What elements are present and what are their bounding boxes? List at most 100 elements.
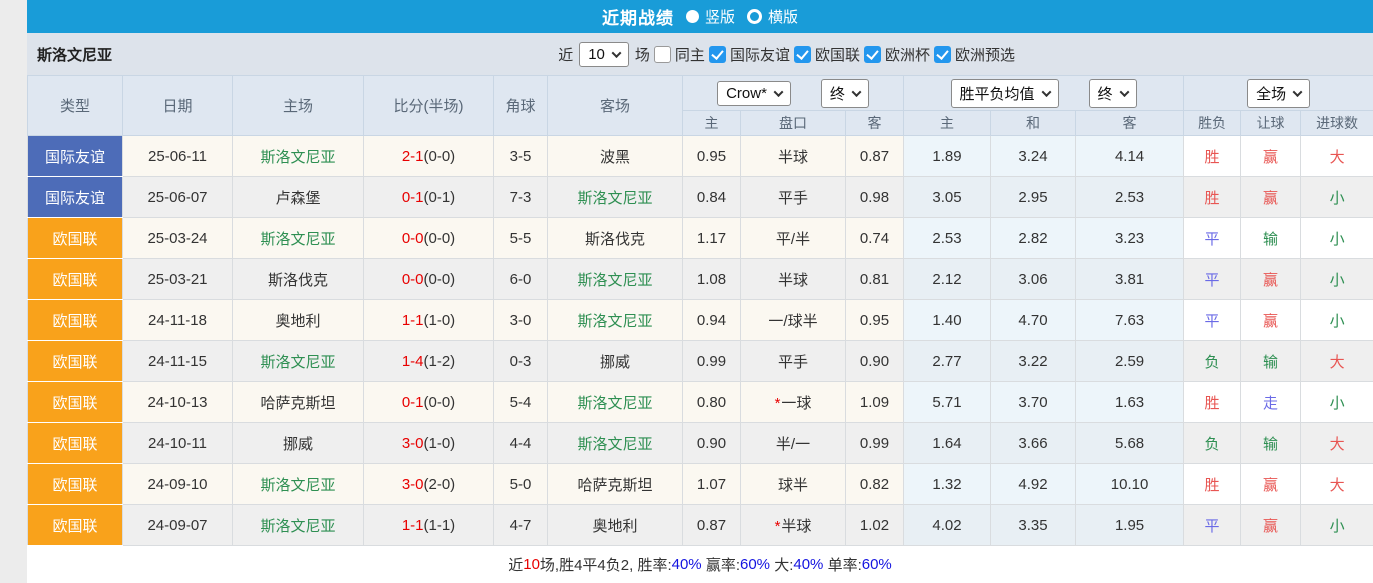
avg-draw-odds: 3.66 <box>991 423 1076 464</box>
odds-home: 0.87 <box>683 505 741 546</box>
match-type-badge: 欧国联 <box>28 218 123 259</box>
odds-home: 0.99 <box>683 341 741 382</box>
chevron-down-icon <box>611 48 621 58</box>
avg-home-odds: 4.02 <box>904 505 991 546</box>
summary-text-segment: 近 <box>508 554 523 575</box>
bookmaker-select-value: Crow* <box>726 85 767 102</box>
radio-unchecked-icon[interactable] <box>747 9 762 24</box>
match-type-badge: 国际友谊 <box>28 136 123 177</box>
avg-draw-odds: 4.70 <box>991 300 1076 341</box>
odds-home: 0.84 <box>683 177 741 218</box>
table-row: 欧国联24-11-15斯洛文尼亚1-4(1-2)0-3挪威0.99平手0.902… <box>28 341 1373 382</box>
same-home-checkbox[interactable] <box>654 46 671 63</box>
radio-label-vertical: 竖版 <box>705 6 735 27</box>
subheader-result-wdl: 胜负 <box>1184 111 1241 136</box>
result-wdl: 负 <box>1184 423 1241 464</box>
avg-draw-odds: 3.06 <box>991 259 1076 300</box>
result-handicap: 输 <box>1241 218 1301 259</box>
bookmaker-select[interactable]: Crow* <box>717 81 791 106</box>
avg-away-odds: 10.10 <box>1076 464 1184 505</box>
avg-home-odds: 3.05 <box>904 177 991 218</box>
odds-home: 0.90 <box>683 423 741 464</box>
recent-count-select[interactable]: 10 <box>579 42 629 67</box>
filter-bar: 斯洛文尼亚 近 10 场 同主 国际友谊 欧国联 欧洲杯 欧洲预选 <box>27 33 1373 75</box>
avg-away-odds: 1.95 <box>1076 505 1184 546</box>
away-team: 挪威 <box>548 341 683 382</box>
recent-label: 近 <box>558 44 573 65</box>
summary-text-segment: 赢率: <box>702 554 740 575</box>
chevron-down-icon <box>1119 87 1129 97</box>
result-wdl: 胜 <box>1184 136 1241 177</box>
home-team: 斯洛伐克 <box>233 259 364 300</box>
avg-home-odds: 1.32 <box>904 464 991 505</box>
match-score: 0-0(0-0) <box>364 218 494 259</box>
match-score: 0-1(0-0) <box>364 382 494 423</box>
corner-score: 4-7 <box>494 505 548 546</box>
match-score: 1-1(1-1) <box>364 505 494 546</box>
match-type-badge: 欧国联 <box>28 423 123 464</box>
filter-controls: 近 10 场 同主 国际友谊 欧国联 欧洲杯 欧洲预选 <box>556 42 1017 67</box>
result-wdl: 平 <box>1184 505 1241 546</box>
odds-time-select[interactable]: 终 <box>821 79 869 108</box>
result-goals: 小 <box>1301 259 1373 300</box>
layout-radio-vertical[interactable]: 竖版 <box>686 6 735 27</box>
handicap-line: 平手 <box>741 177 846 218</box>
summary-text-segment: 大: <box>770 554 793 575</box>
avg-draw-odds: 2.82 <box>991 218 1076 259</box>
result-wdl: 平 <box>1184 218 1241 259</box>
odds-home: 1.08 <box>683 259 741 300</box>
match-score: 0-1(0-1) <box>364 177 494 218</box>
corner-score: 3-0 <box>494 300 548 341</box>
home-team: 挪威 <box>233 423 364 464</box>
layout-radio-horizontal[interactable]: 横版 <box>747 6 798 27</box>
table-row: 欧国联24-09-07斯洛文尼亚1-1(1-1)4-7奥地利0.87*半球1.0… <box>28 505 1373 546</box>
result-wdl: 胜 <box>1184 464 1241 505</box>
title-bar: 近期战绩 竖版 横版 <box>27 0 1373 33</box>
avg-home-odds: 1.89 <box>904 136 991 177</box>
result-goals: 小 <box>1301 300 1373 341</box>
match-score: 3-0(2-0) <box>364 464 494 505</box>
result-handicap: 走 <box>1241 382 1301 423</box>
competition-checkbox-euro-qualifiers[interactable] <box>934 46 951 63</box>
avg-metric-select[interactable]: 胜平负均值 <box>951 79 1059 108</box>
header-home: 主场 <box>233 76 364 136</box>
competition-checkbox-nations-league[interactable] <box>794 46 811 63</box>
handicap-line: 平手 <box>741 341 846 382</box>
home-team: 斯洛文尼亚 <box>233 136 364 177</box>
summary-text-segment: 场,胜4平4负2, 胜率: <box>540 554 672 575</box>
competition-label-euro: 欧洲杯 <box>885 44 930 65</box>
avg-away-odds: 3.81 <box>1076 259 1184 300</box>
match-date: 24-11-15 <box>123 341 233 382</box>
handicap-line: 一/球半 <box>741 300 846 341</box>
result-handicap: 赢 <box>1241 464 1301 505</box>
competition-checkbox-friendly[interactable] <box>709 46 726 63</box>
result-select-group: 全场 <box>1184 76 1373 111</box>
radio-checked-icon[interactable] <box>686 10 699 23</box>
match-type-badge: 欧国联 <box>28 341 123 382</box>
avg-away-odds: 5.68 <box>1076 423 1184 464</box>
result-goals: 大 <box>1301 464 1373 505</box>
chevron-down-icon <box>1041 87 1051 97</box>
results-body: 国际友谊25-06-11斯洛文尼亚2-1(0-0)3-5波黑0.95半球0.87… <box>28 136 1373 546</box>
result-scope-select[interactable]: 全场 <box>1247 79 1310 108</box>
result-goals: 大 <box>1301 423 1373 464</box>
header-type: 类型 <box>28 76 123 136</box>
away-team: 奥地利 <box>548 505 683 546</box>
odds-away: 0.74 <box>846 218 904 259</box>
header-select-row: 类型 日期 主场 比分(半场) 角球 客场 Crow* 终 <box>28 76 1373 111</box>
competition-label-euro-qualifiers: 欧洲预选 <box>955 44 1015 65</box>
recent-results-panel: 近期战绩 竖版 横版 斯洛文尼亚 近 10 场 同主 国际友谊 欧国联 欧洲杯 <box>27 0 1373 583</box>
avg-away-odds: 1.63 <box>1076 382 1184 423</box>
match-type-badge: 欧国联 <box>28 259 123 300</box>
away-team: 斯洛文尼亚 <box>548 300 683 341</box>
avg-time-select[interactable]: 终 <box>1089 79 1137 108</box>
results-table: 类型 日期 主场 比分(半场) 角球 客场 Crow* 终 <box>27 75 1373 546</box>
result-scope-select-value: 全场 <box>1256 83 1286 104</box>
match-type-badge: 欧国联 <box>28 464 123 505</box>
avg-home-odds: 5.71 <box>904 382 991 423</box>
result-handicap: 赢 <box>1241 259 1301 300</box>
handicap-line: *一球 <box>741 382 846 423</box>
header-score: 比分(半场) <box>364 76 494 136</box>
odds-home: 0.94 <box>683 300 741 341</box>
competition-checkbox-euro[interactable] <box>864 46 881 63</box>
